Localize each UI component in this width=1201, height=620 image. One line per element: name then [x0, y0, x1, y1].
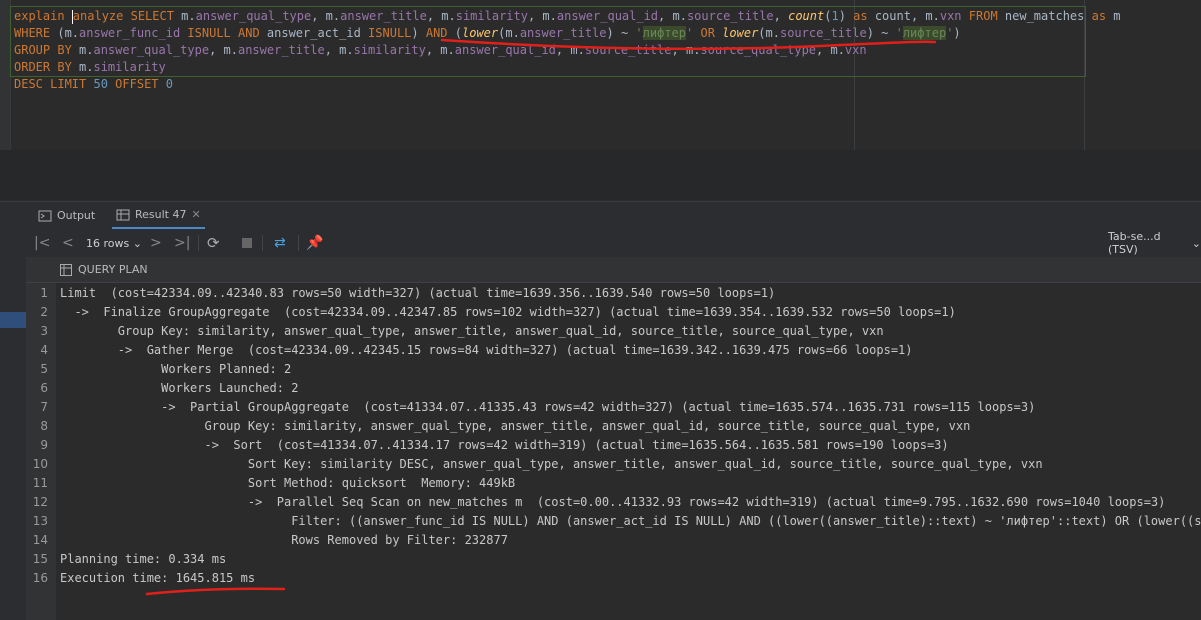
table-row[interactable]: 8 Group Key: similarity, answer_qual_typ… [26, 416, 1201, 435]
results-grid[interactable]: QUERY PLAN 1 Limit (cost=42334.09..42340.… [26, 257, 1201, 620]
sql-line-5[interactable]: DESC LIMIT 50 OFFSET 0 [14, 76, 173, 93]
rows-count-dropdown[interactable]: 16 rows ⌄ [86, 229, 142, 257]
next-page-icon[interactable]: > [150, 229, 162, 257]
column-header-label: QUERY PLAN [78, 263, 148, 276]
row-number: 5 [40, 361, 48, 376]
plan-cell[interactable]: Rows Removed by Filter: 232877 [60, 533, 508, 547]
left-tool-strip [0, 257, 27, 620]
panel-divider [0, 150, 1201, 200]
row-number: 12 [32, 494, 48, 509]
row-number: 16 [32, 570, 48, 585]
row-number: 4 [40, 342, 48, 357]
export-format-label: Tab-se...d (TSV) [1108, 230, 1161, 256]
row-number: 6 [40, 380, 48, 395]
plan-cell[interactable]: Sort Method: quicksort Memory: 449kB [60, 476, 515, 490]
row-number: 2 [40, 304, 48, 319]
row-number: 3 [40, 323, 48, 338]
column-header[interactable]: QUERY PLAN [26, 257, 1201, 283]
prev-page-icon[interactable]: < [62, 229, 74, 257]
sql-editor[interactable]: explain analyze SELECT m.answer_qual_typ… [0, 0, 1201, 150]
console-icon [38, 210, 52, 221]
results-toolbar: |< < 16 rows ⌄ > >| ⟳ ⇄ 📌 Tab-se...d (TS… [0, 229, 1201, 258]
table-row[interactable]: 1 Limit (cost=42334.09..42340.83 rows=50 … [26, 283, 1201, 302]
plan-cell[interactable]: Workers Planned: 2 [60, 362, 291, 376]
toolbar-separator [298, 235, 299, 251]
rows-count-label: 16 rows [86, 236, 130, 250]
red-underline-annotation [145, 587, 286, 596]
refresh-icon[interactable]: ⟳ [207, 229, 220, 257]
last-page-icon[interactable]: >| [174, 229, 190, 257]
chevron-down-icon: ⌄ [132, 236, 142, 250]
export-format-dropdown[interactable]: Tab-se...d (TSV) ⌄ [1108, 229, 1201, 257]
row-number: 8 [40, 418, 48, 433]
first-page-icon[interactable]: |< [34, 229, 50, 257]
plan-cell[interactable]: -> Sort (cost=41334.07..41334.17 rows=42… [60, 438, 948, 452]
table-icon [116, 209, 130, 220]
toolbar-separator [198, 235, 199, 251]
table-row[interactable]: 5 Workers Planned: 2 [26, 359, 1201, 378]
close-icon[interactable]: ✕ [191, 208, 200, 221]
row-number: 9 [40, 437, 48, 452]
row-number: 11 [32, 475, 48, 490]
table-row[interactable]: 12 -> Parallel Seq Scan on new_matches m… [26, 492, 1201, 511]
plan-cell[interactable]: -> Partial GroupAggregate (cost=41334.07… [60, 400, 1035, 414]
stop-icon[interactable] [242, 229, 252, 257]
row-number: 7 [40, 399, 48, 414]
plan-cell[interactable]: Sort Key: similarity DESC, answer_qual_t… [60, 457, 1043, 471]
tab-output[interactable]: Output [38, 202, 95, 229]
red-underline-annotation [440, 38, 937, 51]
table-row[interactable]: 7 -> Partial GroupAggregate (cost=41334.… [26, 397, 1201, 416]
table-row[interactable]: 9 -> Sort (cost=41334.07..41334.17 rows=… [26, 435, 1201, 454]
row-number: 10 [32, 456, 48, 471]
chevron-down-icon: ⌄ [1191, 236, 1201, 250]
selection-marker [0, 312, 26, 328]
table-row[interactable]: 4 -> Gather Merge (cost=42334.09..42345.… [26, 340, 1201, 359]
plan-cell[interactable]: Limit (cost=42334.09..42340.83 rows=50 w… [60, 286, 775, 300]
row-number: 13 [32, 513, 48, 528]
plan-cell[interactable]: Planning time: 0.334 ms [60, 552, 226, 566]
tab-result[interactable]: Result 47 ✕ [112, 202, 205, 229]
plan-cell[interactable]: Workers Launched: 2 [60, 381, 298, 395]
results-tabbar: Output Result 47 ✕ [0, 201, 1201, 229]
table-column-icon [60, 263, 72, 276]
plan-cell[interactable]: Group Key: similarity, answer_qual_type,… [60, 324, 884, 338]
table-row[interactable]: 11 Sort Method: quicksort Memory: 449kB [26, 473, 1201, 492]
table-row[interactable]: 15 Planning time: 0.334 ms [26, 549, 1201, 568]
table-row[interactable]: 3 Group Key: similarity, answer_qual_typ… [26, 321, 1201, 340]
plan-cell[interactable]: Group Key: similarity, answer_qual_type,… [60, 419, 970, 433]
sql-line-1[interactable]: explain analyze SELECT m.answer_qual_typ… [14, 8, 1121, 25]
plan-cell[interactable]: Filter: ((answer_func_id IS NULL) AND (a… [60, 514, 1201, 528]
plan-cell[interactable]: -> Parallel Seq Scan on new_matches m (c… [60, 495, 1166, 509]
row-number: 1 [40, 285, 48, 300]
sql-line-4[interactable]: ORDER BY m.similarity [14, 59, 166, 76]
transaction-mode-icon[interactable]: ⇄ [274, 229, 286, 257]
table-row[interactable]: 6 Workers Launched: 2 [26, 378, 1201, 397]
pin-icon[interactable]: 📌 [306, 229, 323, 257]
table-row[interactable]: 13 Filter: ((answer_func_id IS NULL) AND… [26, 511, 1201, 530]
tab-result-label: Result 47 [135, 208, 187, 221]
row-number: 14 [32, 532, 48, 547]
plan-cell[interactable]: -> Gather Merge (cost=42334.09..42345.15… [60, 343, 913, 357]
plan-cell[interactable]: -> Finalize GroupAggregate (cost=42334.0… [60, 305, 955, 319]
table-row[interactable]: 14 Rows Removed by Filter: 232877 [26, 530, 1201, 549]
table-row[interactable]: 2 -> Finalize GroupAggregate (cost=42334… [26, 302, 1201, 321]
toolbar-separator [262, 235, 263, 251]
table-row[interactable]: 10 Sort Key: similarity DESC, answer_qua… [26, 454, 1201, 473]
tab-output-label: Output [57, 209, 96, 222]
row-number: 15 [32, 551, 48, 566]
